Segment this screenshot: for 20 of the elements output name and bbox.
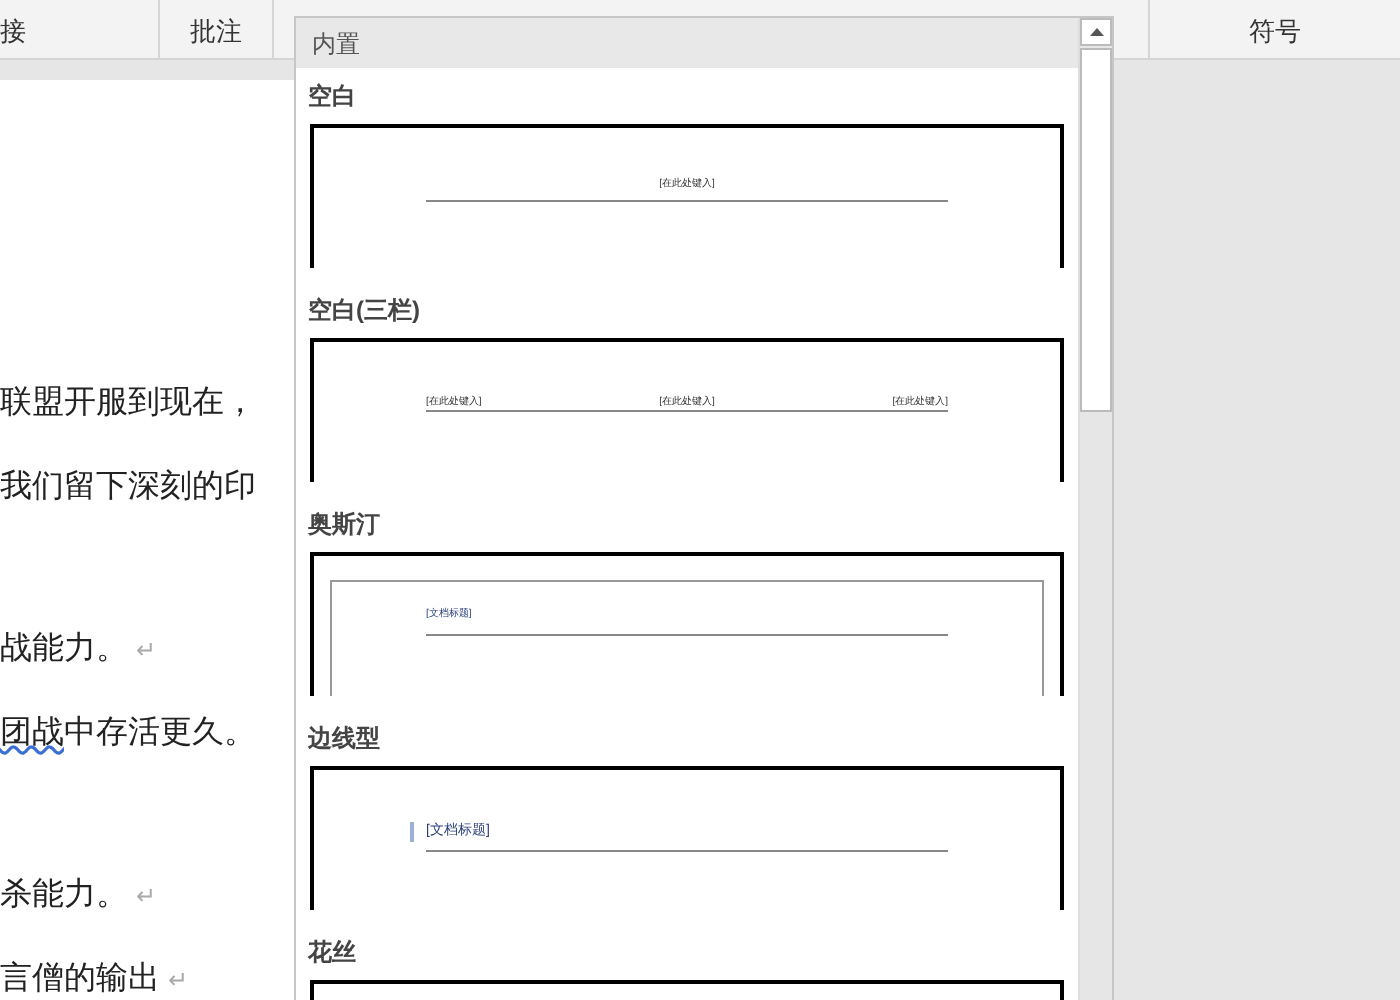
up-arrow-icon [1089,28,1103,36]
accent-bar [410,822,414,842]
scroll-up-button[interactable] [1080,18,1112,46]
gallery-item-title: 奥斯汀 [306,508,382,542]
gallery-item-title: 边线型 [306,722,382,756]
document-line: 战能力。 ↵ [0,630,158,670]
gallery-item-title: 空白(三栏) [306,294,422,328]
group-label: 批注 [190,13,242,49]
group-label: 接 [0,13,26,49]
scrollbar[interactable] [1078,18,1112,1000]
gallery-item-title: 空白 [306,80,358,114]
scroll-thumb[interactable] [1080,48,1112,412]
group-label: 符号 [1249,13,1301,49]
document-line: 杀能力。 ↵ [0,876,158,916]
gallery-header: 内置 [296,18,1078,68]
document-line: 我们留下深刻的印 [0,468,258,508]
document-line: 团战中存活更久。 [0,714,258,754]
gallery-item-title: 花丝 [306,936,358,970]
document-line: 联盟开服到现在， [0,384,258,424]
document-line: 言僧的输出 ↵ [0,960,190,1000]
